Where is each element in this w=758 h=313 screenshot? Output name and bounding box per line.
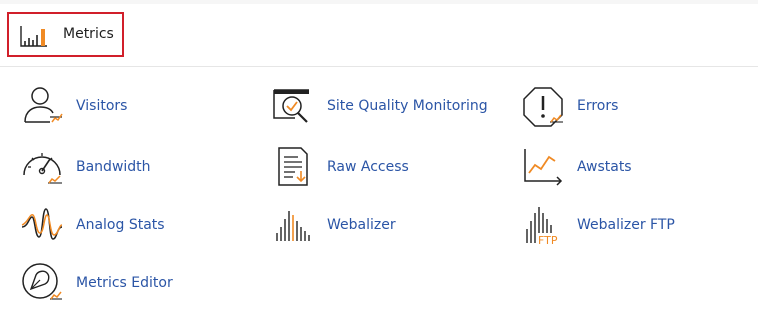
metrics-header: Metrics <box>0 4 758 67</box>
metrics-panel: Metrics Visitors Site Quality Monitoring <box>0 4 758 313</box>
visitors-icon <box>24 87 63 123</box>
webalizer-ftp-label: Webalizer FTP <box>577 217 675 233</box>
bar-chart-icon <box>20 26 47 47</box>
visitors-label: Visitors <box>76 98 128 114</box>
awstats-link[interactable]: Awstats <box>521 145 632 189</box>
bandwidth-icon <box>23 153 62 184</box>
errors-label: Errors <box>577 98 619 114</box>
analog-stats-label: Analog Stats <box>76 217 165 233</box>
errors-link[interactable]: Errors <box>521 84 618 128</box>
visitors-link[interactable]: Visitors <box>20 84 127 128</box>
raw-access-icon <box>278 147 308 186</box>
bandwidth-link[interactable]: Bandwidth <box>20 145 151 189</box>
analog-stats-icon <box>21 208 63 240</box>
errors-icon <box>523 87 563 127</box>
webalizer-icon <box>276 211 310 241</box>
site-quality-icon <box>273 89 309 123</box>
site-quality-monitoring-link[interactable]: Site Quality Monitoring <box>271 84 488 128</box>
metrics-editor-link[interactable]: Metrics Editor <box>20 261 173 305</box>
site-quality-monitoring-label: Site Quality Monitoring <box>327 98 488 114</box>
awstats-label: Awstats <box>577 159 632 175</box>
webalizer-link[interactable]: Webalizer <box>271 203 396 247</box>
webalizer-label: Webalizer <box>327 217 396 233</box>
raw-access-label: Raw Access <box>327 159 409 175</box>
ftp-icon-text: FTP <box>538 234 558 247</box>
page-title: Metrics <box>63 26 114 42</box>
bandwidth-label: Bandwidth <box>76 159 151 175</box>
metrics-editor-label: Metrics Editor <box>76 275 173 291</box>
webalizer-ftp-link[interactable]: FTP Webalizer FTP <box>521 203 675 247</box>
webalizer-ftp-icon: FTP <box>526 207 558 247</box>
analog-stats-link[interactable]: Analog Stats <box>20 203 165 247</box>
awstats-icon <box>524 149 563 186</box>
raw-access-link[interactable]: Raw Access <box>271 145 409 189</box>
metrics-editor-icon <box>22 263 62 300</box>
